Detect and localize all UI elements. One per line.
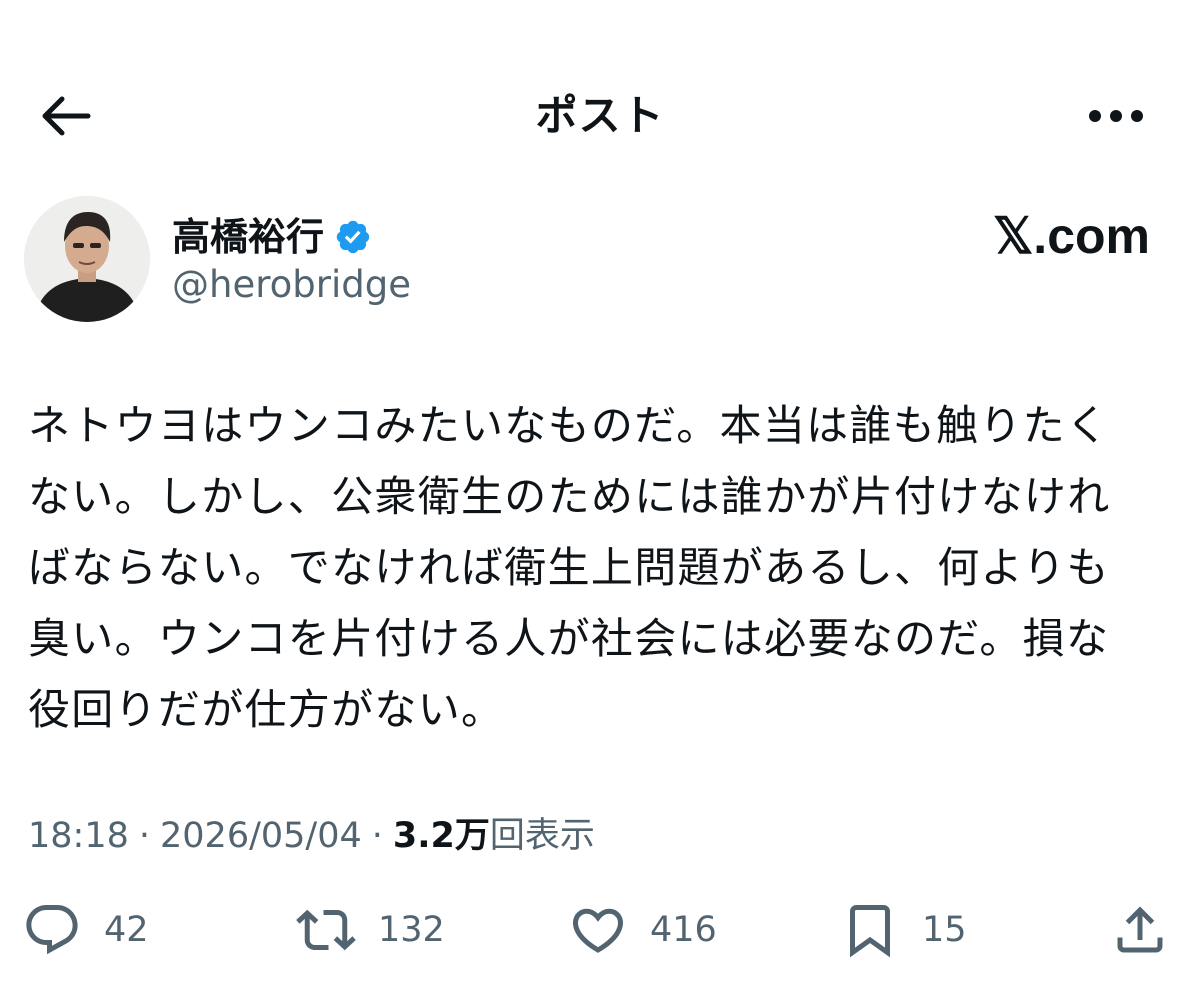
share-button[interactable] [1110,895,1170,965]
heart-icon [572,908,624,953]
author-handle[interactable]: @herobridge [172,260,411,310]
page-title: ポスト [535,91,665,140]
views-count: 3.2万 [392,816,490,856]
share-icon [1117,906,1163,953]
avatar-portrait [24,196,150,322]
more-horizontal-icon [1089,110,1143,122]
brand-watermark: 𝕏.com [993,208,1150,264]
arrow-left-icon [42,96,91,136]
reply-count: 42 [104,910,149,950]
repost-button[interactable]: 132 [296,895,445,965]
like-count: 416 [650,910,717,950]
back-button[interactable] [30,86,102,146]
reply-icon [26,905,78,955]
like-button[interactable]: 416 [568,895,717,965]
post-meta: 18:18 · 2026/05/04 · 3.2万 回表示 [28,808,595,864]
post-date[interactable]: 2026/05/04 [160,808,362,864]
repost-icon [296,909,356,951]
views-label: 回表示 [489,816,595,856]
bookmark-icon [850,905,890,958]
more-options-button[interactable] [1080,86,1152,146]
reply-button[interactable]: 42 [22,895,149,965]
avatar[interactable] [24,196,150,322]
author-name-row: 高橋裕行 [172,210,372,264]
post-time[interactable]: 18:18 [28,808,129,864]
bookmark-count: 15 [922,910,967,950]
bookmark-button[interactable]: 15 [840,895,967,965]
verified-badge-icon [334,218,372,256]
meta-separator: · [138,816,151,856]
author-name[interactable]: 高橋裕行 [172,210,324,264]
meta-separator: · [371,816,383,856]
repost-count: 132 [378,910,445,950]
post-text: ネトウヨはウンコみたいなものだ。本当は誰も触りたく ない。しかし、公衆衛生のため… [28,401,1111,734]
